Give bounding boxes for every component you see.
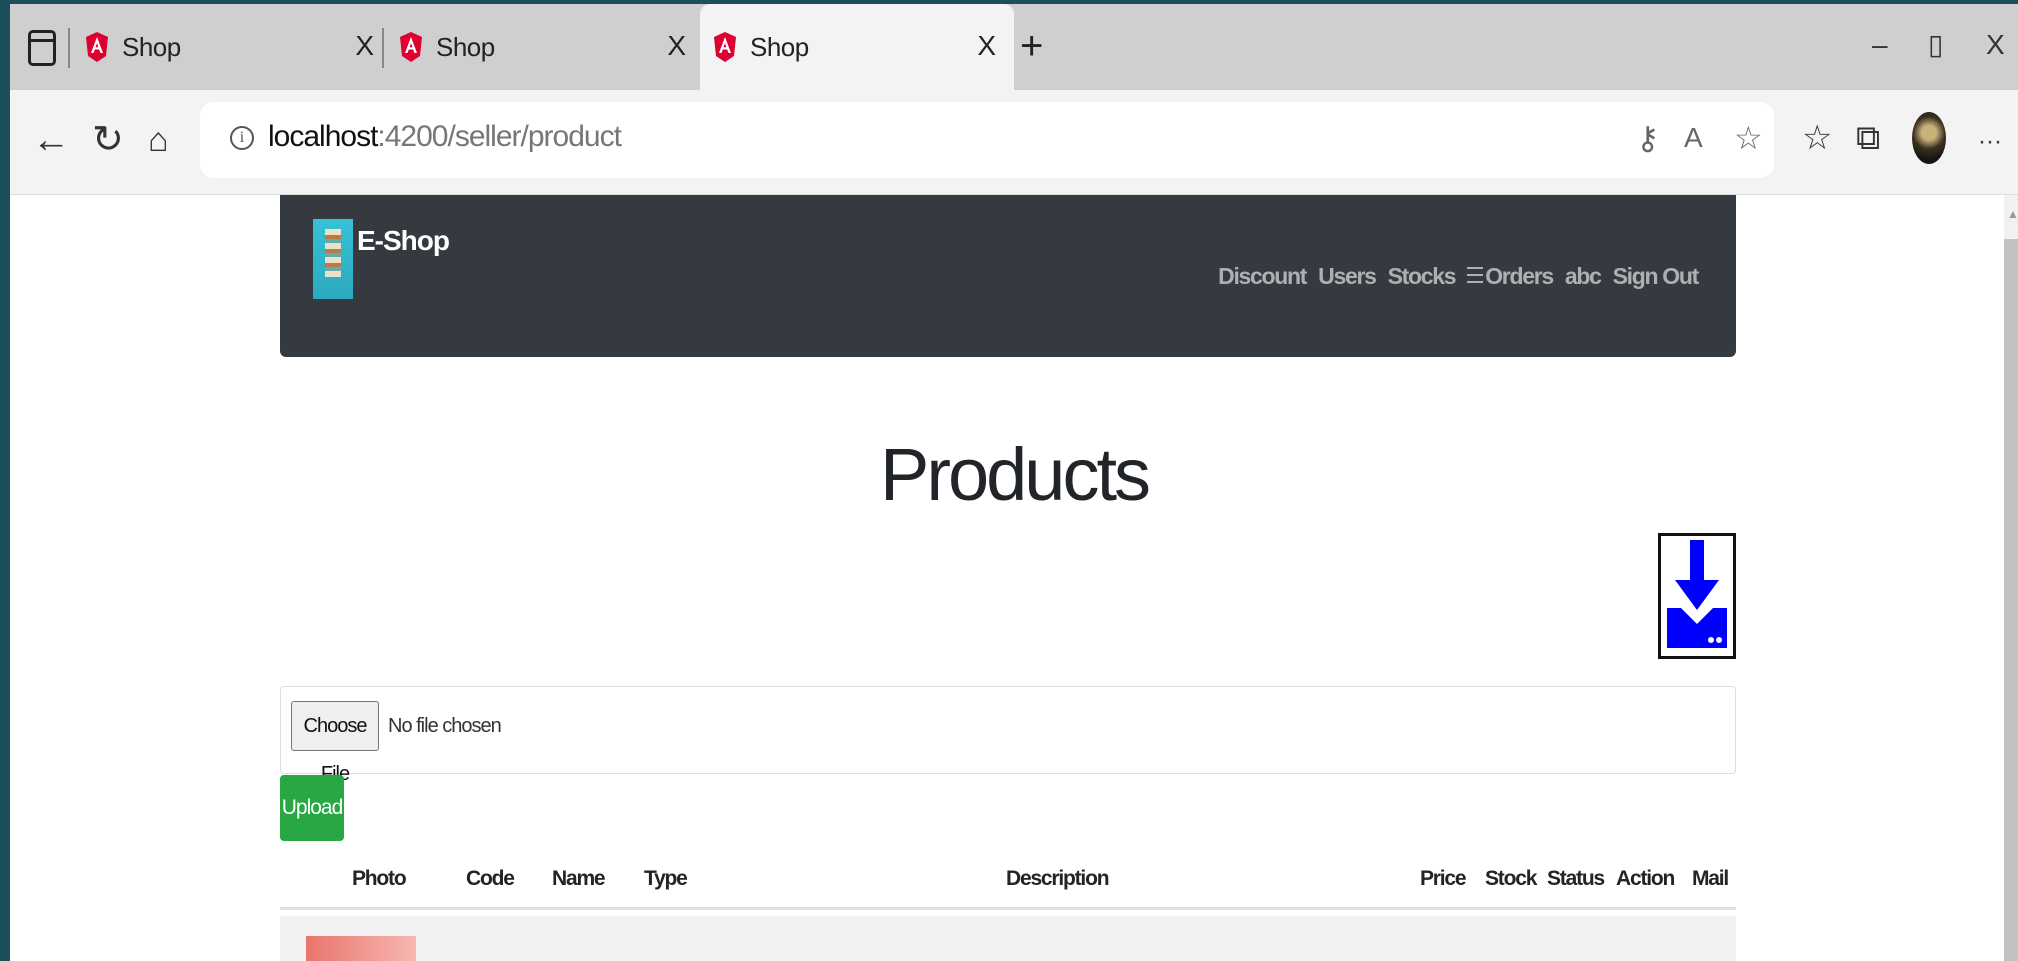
tab-separator xyxy=(382,28,384,68)
tab-title: Shop xyxy=(436,31,495,62)
tab-separator xyxy=(68,28,70,68)
choose-file-button[interactable]: Choose File xyxy=(291,701,379,785)
refresh-icon[interactable]: ↻ xyxy=(92,120,124,160)
tab-strip: Shop X Shop X Shop X + – ▯ X xyxy=(10,4,2018,90)
nav-stocks[interactable]: Stocks xyxy=(1388,263,1457,290)
minimize-button[interactable]: – xyxy=(1872,30,1888,60)
list-icon xyxy=(1467,266,1484,285)
page-viewport: E-Shop Discount Users Stocks Orders abc … xyxy=(10,195,2018,961)
angular-logo-icon xyxy=(714,32,736,62)
nav-links: Discount Users Stocks Orders abc Sign Ou… xyxy=(1218,263,1700,290)
back-icon[interactable]: ← xyxy=(32,120,70,160)
collections-icon[interactable]: ⧉ xyxy=(1856,120,1880,156)
table-row xyxy=(280,916,1736,961)
more-icon[interactable]: ··· xyxy=(1978,124,2002,160)
tab-close-button[interactable]: X xyxy=(667,32,686,60)
scrollbar-thumb[interactable] xyxy=(2004,239,2018,961)
download-icon xyxy=(1667,540,1727,648)
tab-shop-1[interactable]: Shop X xyxy=(68,4,392,90)
browser-window: Shop X Shop X Shop X + – ▯ X ← ↻ ⌂ i loc… xyxy=(10,4,2018,961)
col-description: Description xyxy=(1006,867,1110,890)
profile-avatar[interactable] xyxy=(1912,112,1946,164)
col-status: Status xyxy=(1547,867,1605,890)
url-path: :4200/seller/product xyxy=(377,120,621,153)
col-stock: Stock xyxy=(1485,867,1537,890)
new-tab-button[interactable]: + xyxy=(1020,26,1043,66)
table-header: Photo Code Name Type Description Price S… xyxy=(280,851,1736,910)
close-window-button[interactable]: X xyxy=(1986,30,2005,60)
tab-shop-3-active[interactable]: Shop X xyxy=(700,4,1014,90)
url-host: localhost xyxy=(268,120,378,153)
site-info-icon[interactable]: i xyxy=(230,126,254,150)
nav-users[interactable]: Users xyxy=(1318,263,1377,290)
browser-toolbar: ← ↻ ⌂ i localhost:4200/seller/product ⚷ … xyxy=(10,90,2018,195)
home-icon[interactable]: ⌂ xyxy=(148,120,169,160)
url-text[interactable]: localhost:4200/seller/product xyxy=(268,120,622,154)
file-upload-card: Choose File No file chosen xyxy=(280,686,1736,785)
angular-logo-icon xyxy=(400,32,422,62)
key-icon[interactable]: ⚷ xyxy=(1636,120,1659,156)
favorites-icon[interactable]: ☆ xyxy=(1802,120,1832,156)
download-button[interactable] xyxy=(1658,533,1736,659)
col-code: Code xyxy=(466,867,515,890)
page-scrollbar[interactable]: ▲ xyxy=(2004,195,2018,961)
nav-orders-link[interactable]: Orders xyxy=(1467,263,1554,290)
angular-logo-icon xyxy=(86,32,108,62)
col-price: Price xyxy=(1420,867,1467,890)
nav-orders-label: Orders xyxy=(1485,263,1554,289)
file-status: No file chosen xyxy=(388,715,502,737)
col-name: Name xyxy=(552,867,606,890)
tab-title: Shop xyxy=(750,31,809,62)
tab-close-button[interactable]: X xyxy=(977,32,996,60)
nav-discount[interactable]: Discount xyxy=(1218,263,1307,290)
scroll-up-icon[interactable]: ▲ xyxy=(2007,207,2018,221)
col-photo: Photo xyxy=(352,867,407,890)
col-mail: Mail xyxy=(1692,867,1729,890)
restore-button[interactable]: ▯ xyxy=(1928,30,1943,60)
page-title: Products xyxy=(879,433,1151,516)
tab-shop-2[interactable]: Shop X xyxy=(382,4,704,90)
app-navbar: E-Shop Discount Users Stocks Orders abc … xyxy=(280,195,1736,357)
address-bar[interactable]: i localhost:4200/seller/product ⚷ A ☆ xyxy=(200,102,1774,178)
product-photo[interactable] xyxy=(306,936,416,961)
tab-actions-icon[interactable] xyxy=(28,30,56,66)
col-action: Action xyxy=(1616,867,1675,890)
upload-button[interactable]: Upload xyxy=(280,775,344,841)
col-type: Type xyxy=(644,867,688,890)
tab-title: Shop xyxy=(122,31,181,62)
nav-signout[interactable]: Sign Out xyxy=(1613,263,1700,290)
read-aloud-icon[interactable]: A xyxy=(1684,120,1703,156)
brand-name[interactable]: E-Shop xyxy=(357,225,450,257)
nav-user[interactable]: abc xyxy=(1565,263,1602,290)
add-favorite-icon[interactable]: ☆ xyxy=(1734,120,1763,156)
shop-logo-image[interactable] xyxy=(313,219,353,299)
tab-close-button[interactable]: X xyxy=(355,32,374,60)
